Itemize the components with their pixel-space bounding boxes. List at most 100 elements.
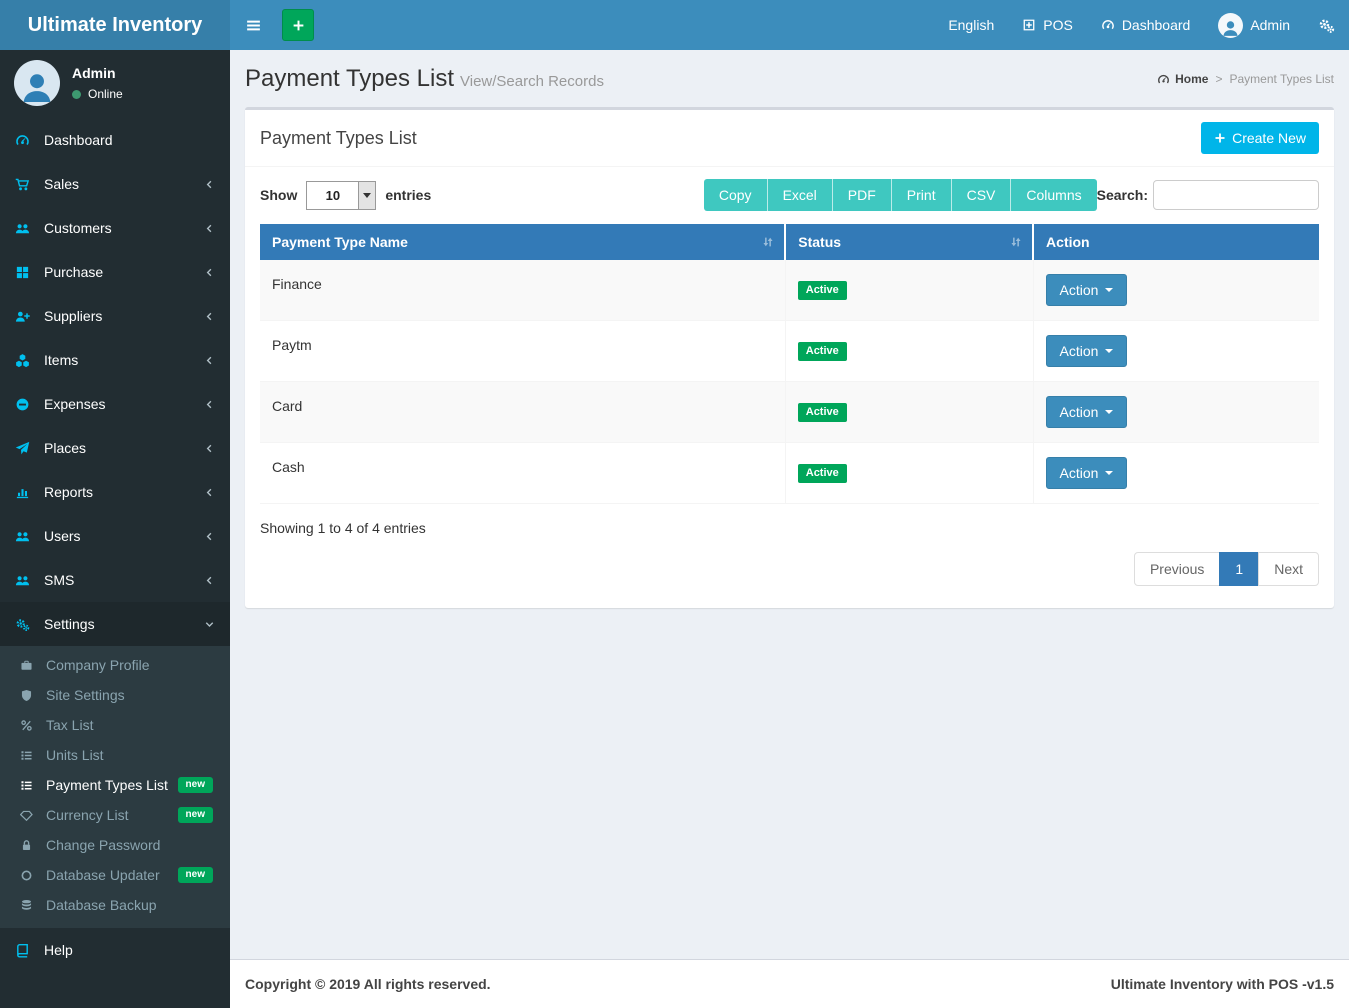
sidebar-item-label: Settings [44, 616, 95, 632]
page-length-select[interactable]: 10 [306, 181, 376, 210]
app-logo[interactable]: Ultimate Inventory [0, 0, 230, 50]
language-menu[interactable]: English [934, 0, 1008, 50]
dashboard-icon [1157, 73, 1170, 86]
excel-button[interactable]: Excel [767, 179, 832, 211]
minus-circle-icon [15, 397, 44, 412]
sidebar-item-label: Customers [44, 220, 112, 236]
sidebar-item-label: Help [44, 942, 73, 958]
breadcrumb: Home > Payment Types List [1157, 72, 1334, 86]
chevron-left-icon [204, 267, 215, 278]
chevron-left-icon [204, 487, 215, 498]
plus-icon [1214, 132, 1226, 144]
sidebar-item-database-updater[interactable]: Database Updater new [0, 860, 230, 890]
sidebar-item-items[interactable]: Items [0, 338, 230, 382]
lock-icon [20, 839, 46, 852]
payment-type-name-cell: Card [260, 382, 785, 443]
sidebar-item-suppliers[interactable]: Suppliers [0, 294, 230, 338]
sidebar-item-payment-types-list[interactable]: Payment Types List new [0, 770, 230, 800]
sidebar-item-label: Units List [46, 747, 104, 763]
sidebar-item-label: Reports [44, 484, 93, 500]
pos-link[interactable]: POS [1008, 0, 1087, 50]
chevron-left-icon [204, 443, 215, 454]
sidebar-item-units-list[interactable]: Units List [0, 740, 230, 770]
sidebar-item-sales[interactable]: Sales [0, 162, 230, 206]
language-label: English [948, 17, 994, 33]
breadcrumb-home-label: Home [1175, 72, 1208, 86]
users-icon [15, 529, 44, 544]
columns-button[interactable]: Columns [1010, 179, 1096, 211]
new-badge: new [178, 867, 213, 883]
sidebar-item-currency-list[interactable]: Currency List new [0, 800, 230, 830]
sidebar-item-sms[interactable]: SMS [0, 558, 230, 602]
user-menu[interactable]: Admin [1204, 0, 1304, 50]
page-1-button[interactable]: 1 [1219, 552, 1259, 586]
create-new-button[interactable]: Create New [1201, 122, 1319, 154]
copy-button[interactable]: Copy [704, 179, 767, 211]
select-arrow-icon[interactable] [358, 182, 375, 209]
copyright-text: Copyright © 2019 All rights reserved. [245, 976, 491, 992]
action-dropdown-button[interactable]: Action [1046, 335, 1128, 367]
sidebar-item-settings[interactable]: Settings [0, 602, 230, 646]
settings-menu-button[interactable] [1304, 0, 1349, 50]
pos-icon [1022, 18, 1036, 32]
breadcrumb-home[interactable]: Home [1157, 72, 1208, 86]
chevron-left-icon [204, 399, 215, 410]
sidebar-item-database-backup[interactable]: Database Backup [0, 890, 230, 920]
column-header-payment-type-name[interactable]: Payment Type Name [260, 224, 785, 260]
chevron-left-icon [204, 311, 215, 322]
footer: Copyright © 2019 All rights reserved. Ul… [230, 959, 1349, 1008]
quick-add-button[interactable] [282, 9, 314, 41]
column-header-status[interactable]: Status [785, 224, 1033, 260]
navbar: English POS Dashboard Admin [230, 0, 1349, 50]
sidebar-menu: Dashboard Sales Customers Purchase Suppl… [0, 118, 230, 972]
navbar-right: English POS Dashboard Admin [934, 0, 1349, 50]
pagination: Previous 1 Next [1134, 552, 1319, 586]
column-label: Action [1046, 234, 1090, 250]
sidebar-item-change-password[interactable]: Change Password [0, 830, 230, 860]
export-button-group: Copy Excel PDF Print CSV Columns [704, 179, 1097, 211]
payment-type-name-cell: Finance [260, 260, 785, 321]
payment-type-name-cell: Cash [260, 443, 785, 504]
sidebar-item-label: Sales [44, 176, 79, 192]
sidebar-item-reports[interactable]: Reports [0, 470, 230, 514]
sidebar-item-dashboard[interactable]: Dashboard [0, 118, 230, 162]
sidebar-item-company-profile[interactable]: Company Profile [0, 650, 230, 680]
search-input[interactable] [1153, 180, 1319, 210]
sidebar-item-site-settings[interactable]: Site Settings [0, 680, 230, 710]
sidebar-item-tax-list[interactable]: Tax List [0, 710, 230, 740]
page-title-text: Payment Types List [245, 65, 454, 92]
previous-page-button[interactable]: Previous [1134, 552, 1220, 586]
action-dropdown-button[interactable]: Action [1046, 274, 1128, 306]
sidebar-toggle-button[interactable] [230, 0, 276, 50]
csv-button[interactable]: CSV [951, 179, 1011, 211]
action-dropdown-button[interactable]: Action [1046, 396, 1128, 428]
paper-plane-icon [15, 441, 44, 456]
user-avatar [1218, 13, 1243, 38]
caret-down-icon [1105, 288, 1113, 292]
dashboard-link[interactable]: Dashboard [1087, 0, 1205, 50]
page-subtitle: View/Search Records [460, 73, 604, 90]
sidebar-item-help[interactable]: Help [0, 928, 230, 972]
cubes-icon [15, 353, 44, 368]
sidebar: Admin Online Dashboard Sales Customers [0, 50, 230, 1008]
sidebar-item-users[interactable]: Users [0, 514, 230, 558]
grid-icon [15, 265, 44, 280]
sidebar-item-purchase[interactable]: Purchase [0, 250, 230, 294]
diamond-icon [20, 809, 46, 822]
chevron-left-icon [204, 531, 215, 542]
sidebar-item-customers[interactable]: Customers [0, 206, 230, 250]
pdf-button[interactable]: PDF [832, 179, 891, 211]
next-page-button[interactable]: Next [1258, 552, 1319, 586]
column-label: Status [798, 234, 841, 250]
sidebar-item-label: Expenses [44, 396, 105, 412]
sidebar-item-expenses[interactable]: Expenses [0, 382, 230, 426]
payment-type-name-cell: Paytm [260, 321, 785, 382]
print-button[interactable]: Print [891, 179, 951, 211]
sidebar-item-label: Suppliers [44, 308, 102, 324]
sidebar-item-places[interactable]: Places [0, 426, 230, 470]
action-label: Action [1060, 282, 1099, 298]
action-dropdown-button[interactable]: Action [1046, 457, 1128, 489]
table-row: Cash Active Action [260, 443, 1319, 504]
sidebar-item-label: Dashboard [44, 132, 113, 148]
sidebar-item-label: Tax List [46, 717, 93, 733]
